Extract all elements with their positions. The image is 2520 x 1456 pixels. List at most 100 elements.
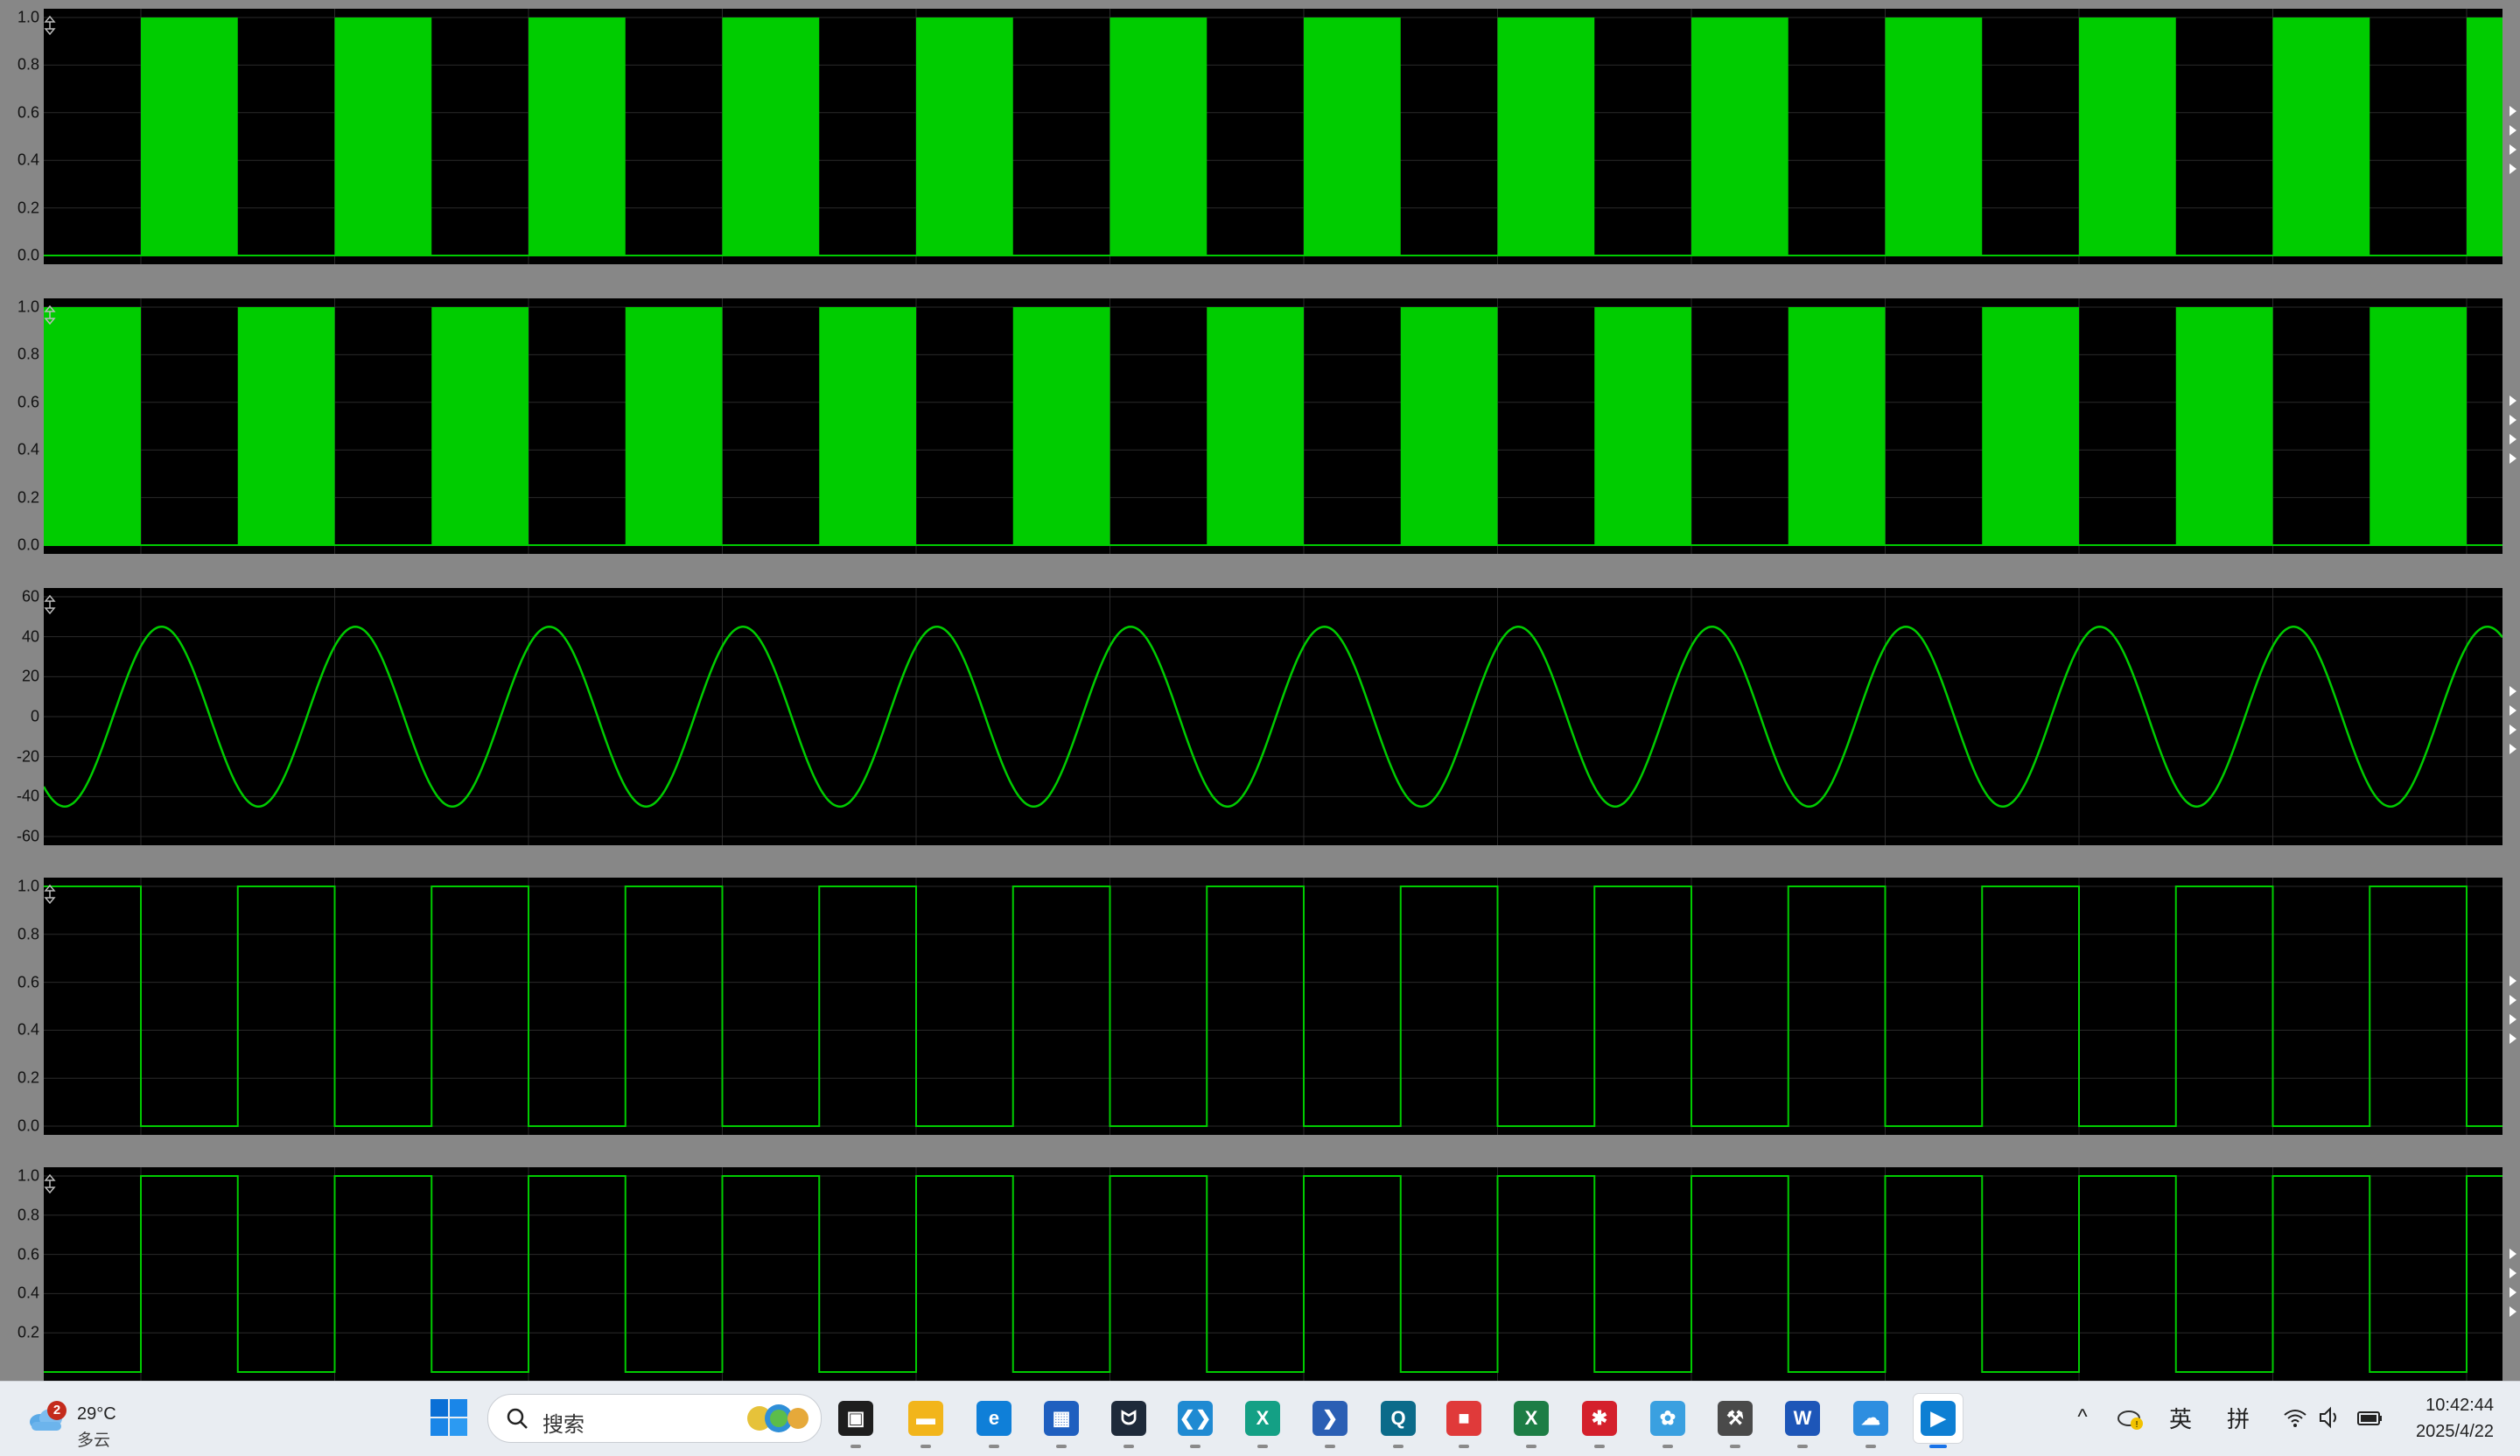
y-tick-label: 0.2 — [17, 488, 39, 507]
cursor-marker-icon[interactable] — [2510, 1248, 2516, 1259]
running-indicator — [1929, 1445, 1947, 1448]
y-tick-label: 0.4 — [17, 440, 39, 458]
pwm-block — [916, 18, 1013, 256]
taskbar-app-word[interactable]: W — [1778, 1394, 1827, 1448]
pwm-block — [1691, 18, 1788, 256]
running-indicator — [1730, 1445, 1740, 1448]
pwm-block — [1594, 307, 1691, 545]
autoscale-icon[interactable] — [44, 595, 56, 614]
taskbar-app-flower-app[interactable]: ✿ — [1643, 1394, 1692, 1448]
taskbar-app-huawei-app[interactable]: ✱ — [1575, 1394, 1624, 1448]
running-indicator — [1866, 1445, 1876, 1448]
taskbar-app-tools-app[interactable]: ⚒ — [1711, 1394, 1760, 1448]
taskbar-app-q-app[interactable]: Q — [1374, 1394, 1423, 1448]
weather-temp: 29°C — [77, 1404, 116, 1424]
taskbar-app-cat-app[interactable]: ᗢ — [1104, 1394, 1153, 1448]
autoscale-icon[interactable] — [44, 1174, 56, 1194]
taskbar-app-vscode[interactable]: ❮❯ — [1171, 1394, 1220, 1448]
search-icon — [507, 1408, 528, 1429]
cursor-marker-icon[interactable] — [2510, 1013, 2516, 1025]
running-indicator — [1190, 1445, 1200, 1448]
taskbar-app-x-app[interactable]: X — [1238, 1394, 1287, 1448]
flower-app-icon: ✿ — [1650, 1401, 1685, 1436]
cursor-marker-icon[interactable] — [2510, 994, 2516, 1005]
word-icon: W — [1785, 1401, 1820, 1436]
plot-area[interactable] — [44, 9, 2502, 264]
cursor-markers — [2502, 878, 2520, 1135]
pwm-block — [625, 307, 723, 545]
scope-panel-5: 1.0 0.8 0.6 0.4 0.2 — [0, 1167, 2520, 1381]
autoscale-icon[interactable] — [44, 16, 56, 35]
cursor-marker-icon[interactable] — [2510, 724, 2516, 735]
running-indicator — [1325, 1445, 1335, 1448]
cursor-marker-icon[interactable] — [2510, 685, 2516, 696]
search-box[interactable]: 搜索 — [487, 1394, 822, 1443]
waveform-svg — [44, 588, 2502, 845]
taskbar-app-active-app[interactable]: ▶ — [1914, 1394, 1963, 1448]
y-tick-label: 1.0 — [17, 298, 39, 316]
running-indicator — [1257, 1445, 1268, 1448]
wifi-icon[interactable] — [2282, 1403, 2308, 1432]
running-indicator — [1526, 1445, 1536, 1448]
pwm-block — [431, 307, 528, 545]
edge-icon: e — [976, 1401, 1012, 1436]
volume-icon[interactable] — [2317, 1403, 2343, 1432]
excel-icon: X — [1514, 1401, 1549, 1436]
cursor-marker-icon[interactable] — [2510, 1032, 2516, 1044]
taskbar: 2 29°C 多云 搜索 ▣ ▬ e ▦ ᗢ ❮❯ X ❯ Q ■ X ✱ ✿ ⚒ W ☁ ▶ ^ ! 英 拼 — [0, 1381, 2520, 1456]
cursor-marker-icon[interactable] — [2510, 163, 2516, 174]
clock-time: 10:42:44 — [2426, 1396, 2494, 1415]
taskbar-app-powershell[interactable]: ❯ — [1306, 1394, 1354, 1448]
cursor-marker-icon[interactable] — [2510, 433, 2516, 444]
weather-widget[interactable]: 2 29°C 多云 — [24, 1392, 130, 1450]
search-placeholder: 搜索 — [542, 1413, 584, 1437]
autoscale-icon[interactable] — [44, 305, 56, 325]
clock[interactable]: 10:42:44 2025/4/22 — [2416, 1392, 2494, 1445]
y-tick-label: -20 — [16, 747, 39, 766]
cursor-marker-icon[interactable] — [2510, 452, 2516, 464]
taskbar-app-microsoft-store[interactable]: ▦ — [1037, 1394, 1086, 1448]
running-indicator — [1797, 1445, 1808, 1448]
cloud-app-icon: ☁ — [1853, 1401, 1888, 1436]
y-tick-label: 0.8 — [17, 1206, 39, 1224]
autoscale-icon[interactable] — [44, 885, 56, 904]
pwm-block — [237, 307, 335, 545]
windows-start-icon[interactable] — [429, 1397, 469, 1438]
search-highlight-icon — [747, 1404, 808, 1432]
taskbar-app-file-explorer[interactable]: ▬ — [901, 1394, 950, 1448]
cursor-marker-icon[interactable] — [2510, 975, 2516, 986]
ime-language[interactable]: 英 — [2163, 1403, 2198, 1432]
cursor-marker-icon[interactable] — [2510, 105, 2516, 116]
plot-area[interactable] — [44, 1167, 2502, 1381]
cursor-marker-icon[interactable] — [2510, 1306, 2516, 1317]
y-tick-label: 0.2 — [17, 199, 39, 217]
cursor-marker-icon[interactable] — [2510, 124, 2516, 136]
taskbar-app-excel[interactable]: X — [1507, 1394, 1556, 1448]
cursor-marker-icon[interactable] — [2510, 704, 2516, 716]
cursor-marker-icon[interactable] — [2510, 743, 2516, 754]
cursor-marker-icon[interactable] — [2510, 1267, 2516, 1278]
taskbar-app-red-app[interactable]: ■ — [1439, 1394, 1488, 1448]
cursor-marker-icon[interactable] — [2510, 1286, 2516, 1298]
y-axis: 60 40 20 0 -20 -40 -60 — [0, 588, 44, 845]
ime-mode[interactable]: 拼 — [2221, 1403, 2256, 1432]
plot-area[interactable] — [44, 878, 2502, 1135]
onedrive-warning-icon[interactable]: ! — [2116, 1403, 2146, 1432]
battery-icon[interactable] — [2356, 1403, 2385, 1432]
cursor-marker-icon[interactable] — [2510, 144, 2516, 155]
scope-display: 1.0 0.8 0.6 0.4 0.2 0.0 1.0 0.8 0.6 0.4 0.2 0.0 60… — [0, 0, 2520, 1381]
cursor-markers — [2502, 588, 2520, 845]
taskbar-app-cloud-app[interactable]: ☁ — [1846, 1394, 1895, 1448]
y-tick-label: 1.0 — [17, 1166, 39, 1185]
taskbar-app-task-view[interactable]: ▣ — [831, 1394, 880, 1448]
y-tick-label: -60 — [16, 827, 39, 845]
plot-area[interactable] — [44, 588, 2502, 845]
cursor-marker-icon[interactable] — [2510, 414, 2516, 425]
y-axis: 1.0 0.8 0.6 0.4 0.2 0.0 — [0, 9, 44, 264]
plot-area[interactable] — [44, 298, 2502, 554]
tray-chevron-icon[interactable]: ^ — [2069, 1403, 2096, 1432]
taskbar-app-edge[interactable]: e — [970, 1394, 1018, 1448]
x-app-icon: X — [1245, 1401, 1280, 1436]
cursor-marker-icon[interactable] — [2510, 395, 2516, 406]
y-tick-label: 0.4 — [17, 1284, 39, 1302]
